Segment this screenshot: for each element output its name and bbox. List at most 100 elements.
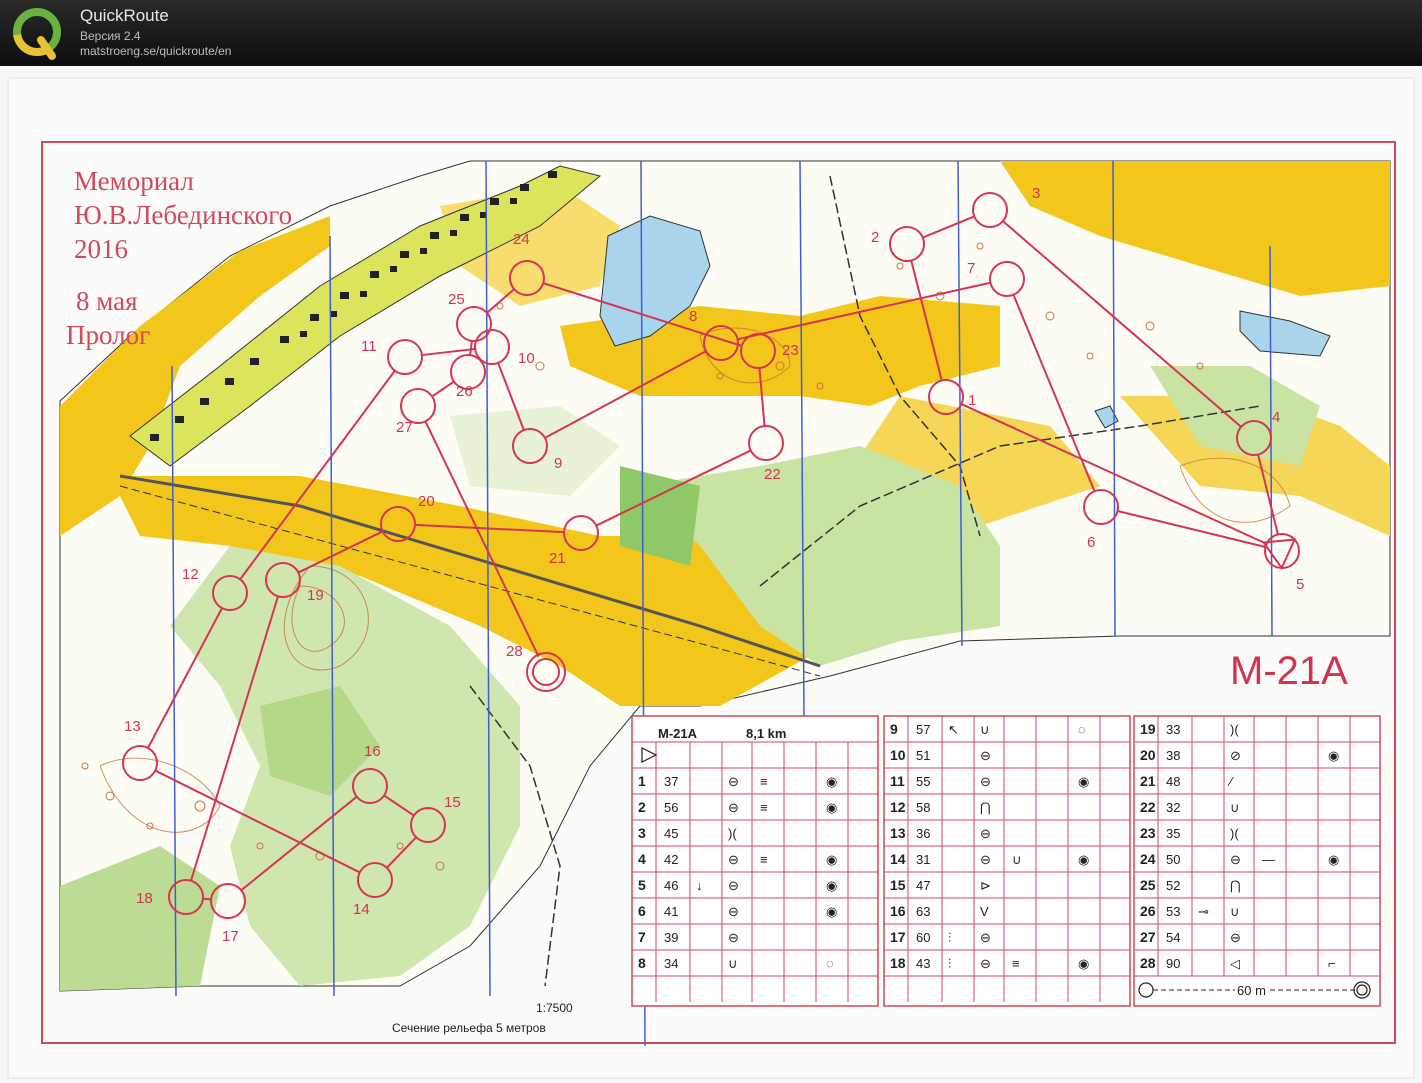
svg-text:5: 5 xyxy=(638,877,646,893)
svg-text:∪: ∪ xyxy=(1230,904,1240,919)
control-number-16: 16 xyxy=(364,743,381,760)
svg-text:28: 28 xyxy=(1140,955,1156,971)
svg-text:)(: )( xyxy=(1230,826,1239,841)
control-number-19: 19 xyxy=(307,587,324,604)
svg-text:◉: ◉ xyxy=(1328,852,1339,867)
svg-text:7: 7 xyxy=(638,929,646,945)
svg-text:⊖: ⊖ xyxy=(728,800,739,815)
control-number-28: 28 xyxy=(506,643,523,660)
svg-text:33: 33 xyxy=(1166,722,1180,737)
control-number-2: 2 xyxy=(871,229,879,246)
control-description-sheet: M-21A 8,1 km 1 37 ⊖ ≡ ◉2 56 ⊖ ≡ ◉3 45)(4 42 ⊖ ≡ ◉5 46 ↓… xyxy=(631,715,1381,1007)
svg-text:22: 22 xyxy=(1140,799,1156,815)
svg-text:1: 1 xyxy=(638,773,646,789)
svg-text:23: 23 xyxy=(1140,825,1156,841)
svg-text:38: 38 xyxy=(1166,748,1180,763)
svg-text:18: 18 xyxy=(890,955,906,971)
event-name: Мемориал xyxy=(74,166,194,196)
control-number-20: 20 xyxy=(418,493,435,510)
control-number-8: 8 xyxy=(689,308,697,325)
control-number-26: 26 xyxy=(456,383,473,400)
svg-text:52: 52 xyxy=(1166,878,1180,893)
control-number-22: 22 xyxy=(764,466,781,483)
svg-text:⫶: ⫶ xyxy=(948,956,951,971)
svg-text:63: 63 xyxy=(916,904,930,919)
control-number-17: 17 xyxy=(222,928,239,945)
svg-text:)(: )( xyxy=(728,826,737,841)
svg-text:14: 14 xyxy=(890,851,906,867)
svg-text:V: V xyxy=(980,904,989,919)
svg-text:∪: ∪ xyxy=(728,956,738,971)
svg-text:48: 48 xyxy=(1166,774,1180,789)
svg-text:◌: ◌ xyxy=(1078,722,1086,737)
control-number-9: 9 xyxy=(554,455,562,472)
svg-text:⊖: ⊖ xyxy=(980,748,991,763)
svg-text:11: 11 xyxy=(890,773,905,789)
svg-text:∪: ∪ xyxy=(1012,852,1022,867)
svg-text:◉: ◉ xyxy=(1328,748,1339,763)
svg-text:42: 42 xyxy=(664,852,678,867)
control-number-14: 14 xyxy=(353,901,370,918)
desc-finish-distance: 60 m xyxy=(1237,983,1266,998)
svg-text:◌: ◌ xyxy=(826,956,834,971)
desc-class: M-21A xyxy=(658,726,698,741)
svg-text:53: 53 xyxy=(1166,904,1180,919)
control-number-10: 10 xyxy=(518,350,535,367)
control-number-6: 6 xyxy=(1087,534,1095,551)
svg-text:≡: ≡ xyxy=(760,800,768,815)
control-number-27: 27 xyxy=(396,419,413,436)
map-scale: 1:7500 xyxy=(536,1001,573,1015)
svg-text:57: 57 xyxy=(916,722,930,737)
control-number-4: 4 xyxy=(1272,409,1280,426)
svg-text:⊖: ⊖ xyxy=(728,930,739,945)
svg-text:90: 90 xyxy=(1166,956,1180,971)
control-number-21: 21 xyxy=(549,550,566,567)
svg-text:⌐: ⌐ xyxy=(1328,956,1336,971)
svg-text:6: 6 xyxy=(638,903,646,919)
course-leg xyxy=(202,897,212,901)
svg-text:50: 50 xyxy=(1166,852,1180,867)
svg-text:31: 31 xyxy=(916,852,930,867)
control-number-5: 5 xyxy=(1296,576,1304,593)
svg-text:21: 21 xyxy=(1140,773,1156,789)
svg-text:⋂: ⋂ xyxy=(1230,878,1241,893)
svg-text:3: 3 xyxy=(638,825,646,841)
svg-text:◉: ◉ xyxy=(1078,774,1089,789)
svg-text:16: 16 xyxy=(890,903,906,919)
control-number-11: 11 xyxy=(361,338,377,355)
svg-text:⊳: ⊳ xyxy=(980,878,991,893)
orienteering-map[interactable]: Мемориал Ю.В.Лебединского 2016 8 мая Про… xyxy=(0,66,1422,1083)
svg-text:55: 55 xyxy=(916,774,930,789)
svg-text:≡: ≡ xyxy=(760,774,768,789)
control-number-7: 7 xyxy=(967,260,975,277)
svg-text:⊖: ⊖ xyxy=(1230,852,1241,867)
svg-text:⊖: ⊖ xyxy=(1230,930,1241,945)
svg-text:37: 37 xyxy=(664,774,678,789)
control-number-18: 18 xyxy=(136,890,153,907)
svg-text:4: 4 xyxy=(638,851,646,867)
svg-text:17: 17 xyxy=(890,929,906,945)
svg-text:⊖: ⊖ xyxy=(728,774,739,789)
course-class-label: M-21A xyxy=(1230,649,1348,693)
svg-text:◁: ◁ xyxy=(1230,956,1240,971)
svg-text:46: 46 xyxy=(664,878,678,893)
svg-text:13: 13 xyxy=(890,825,906,841)
control-number-24: 24 xyxy=(513,231,530,248)
svg-text:8: 8 xyxy=(638,955,646,971)
control-number-25: 25 xyxy=(448,291,465,308)
control-number-1: 1 xyxy=(968,392,976,409)
svg-text:↓: ↓ xyxy=(696,878,703,893)
svg-text:⊘: ⊘ xyxy=(1230,748,1241,763)
svg-text:41: 41 xyxy=(664,904,678,919)
quickroute-logo-icon xyxy=(13,8,61,60)
map-viewport[interactable]: Мемориал Ю.В.Лебединского 2016 8 мая Про… xyxy=(0,66,1422,1083)
svg-text:9: 9 xyxy=(890,721,898,737)
svg-text:◉: ◉ xyxy=(826,852,837,867)
app-url[interactable]: matstroeng.se/quickroute/en xyxy=(80,44,231,58)
svg-text:56: 56 xyxy=(664,800,678,815)
control-number-23: 23 xyxy=(782,342,799,359)
svg-text:◉: ◉ xyxy=(826,774,837,789)
svg-text:⊖: ⊖ xyxy=(728,904,739,919)
svg-text:43: 43 xyxy=(916,956,930,971)
svg-text:⊖: ⊖ xyxy=(980,774,991,789)
